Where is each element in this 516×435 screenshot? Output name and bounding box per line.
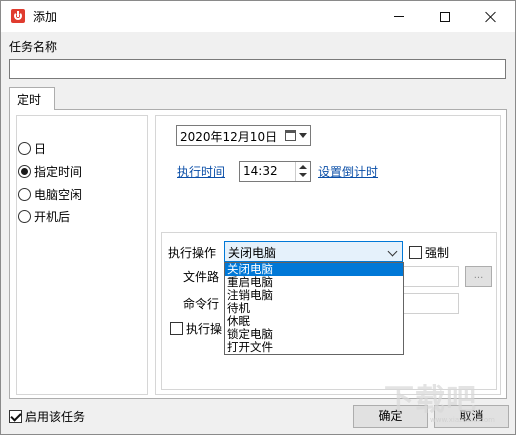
- enable-task-label: 启用该任务: [25, 410, 86, 424]
- action-dropdown-list[interactable]: 关闭电脑 重启电脑 注销电脑 待机 休眠 锁定电脑 打开文件: [224, 262, 404, 355]
- radio-label: 开机后: [34, 209, 71, 224]
- dropdown-option[interactable]: 注销电脑: [225, 289, 403, 302]
- force-checkbox-row[interactable]: 强制: [409, 244, 449, 261]
- exec-op-label: 执行操: [186, 322, 223, 336]
- force-label: 强制: [425, 246, 450, 260]
- file-path-label: 文件路: [183, 270, 220, 284]
- tab-schedule[interactable]: 定时: [9, 87, 55, 110]
- date-value: 2020年12月10日: [180, 130, 278, 144]
- exec-action-label: 执行操作: [168, 246, 217, 260]
- maximize-button[interactable]: [422, 1, 468, 32]
- window-title: 添加: [33, 10, 58, 24]
- radio-label: 日: [34, 141, 47, 156]
- radio-button[interactable]: [18, 164, 31, 178]
- watermark: 下载吧: [384, 383, 477, 418]
- set-countdown-link[interactable]: 设置倒计时: [318, 163, 378, 180]
- file-path-input[interactable]: [403, 266, 459, 287]
- enable-task-row[interactable]: 启用该任务: [9, 408, 85, 425]
- radio-label: 电脑空闲: [34, 187, 83, 202]
- task-name-input[interactable]: [9, 59, 506, 79]
- browse-button[interactable]: ...: [465, 266, 492, 287]
- spin-up-icon[interactable]: [299, 165, 307, 169]
- chevron-down-icon[interactable]: [299, 133, 307, 138]
- task-name-label: 任务名称: [9, 40, 58, 54]
- exec-time-link[interactable]: 执行时间: [177, 163, 225, 180]
- radio-button[interactable]: [18, 209, 31, 223]
- chevron-down-icon: [387, 246, 398, 257]
- time-spinner[interactable]: 14:32: [239, 161, 311, 182]
- command-line-input[interactable]: [403, 293, 459, 314]
- maximize-icon: [440, 11, 450, 22]
- radio-specified-time[interactable]: 指定时间: [18, 163, 82, 179]
- minimize-icon: [394, 16, 404, 17]
- action-select-value: 关闭电脑: [228, 246, 277, 260]
- power-icon: [11, 9, 25, 23]
- date-picker[interactable]: 2020年12月10日: [176, 125, 311, 146]
- action-select[interactable]: 关闭电脑: [224, 241, 403, 262]
- radio-label: 指定时间: [34, 164, 83, 179]
- force-checkbox[interactable]: [409, 246, 422, 259]
- time-value: 14:32: [243, 164, 278, 178]
- radio-button[interactable]: [18, 187, 31, 201]
- dropdown-option[interactable]: 打开文件: [225, 341, 403, 354]
- watermark-url: www.xiazaiba.com: [430, 416, 495, 424]
- minimize-button[interactable]: [376, 1, 422, 32]
- close-button[interactable]: [468, 1, 514, 32]
- enable-task-checkbox[interactable]: [9, 410, 22, 423]
- close-icon: [485, 11, 497, 23]
- command-line-label: 命令行: [183, 297, 220, 311]
- exec-op-checkbox[interactable]: [170, 322, 183, 335]
- dropdown-option[interactable]: 待机: [225, 302, 403, 315]
- radio-computer-idle[interactable]: 电脑空闲: [18, 186, 82, 202]
- spin-down-icon[interactable]: [299, 173, 307, 177]
- title-bar: 添加: [1, 1, 515, 32]
- schedule-type-group: [16, 115, 148, 395]
- radio-daily[interactable]: 日: [18, 140, 46, 156]
- exec-op-checkbox-row[interactable]: 执行操: [170, 320, 222, 337]
- calendar-icon[interactable]: [285, 130, 296, 141]
- radio-after-boot[interactable]: 开机后: [18, 208, 70, 224]
- spinner-buttons[interactable]: [295, 162, 310, 181]
- radio-button[interactable]: [18, 141, 31, 155]
